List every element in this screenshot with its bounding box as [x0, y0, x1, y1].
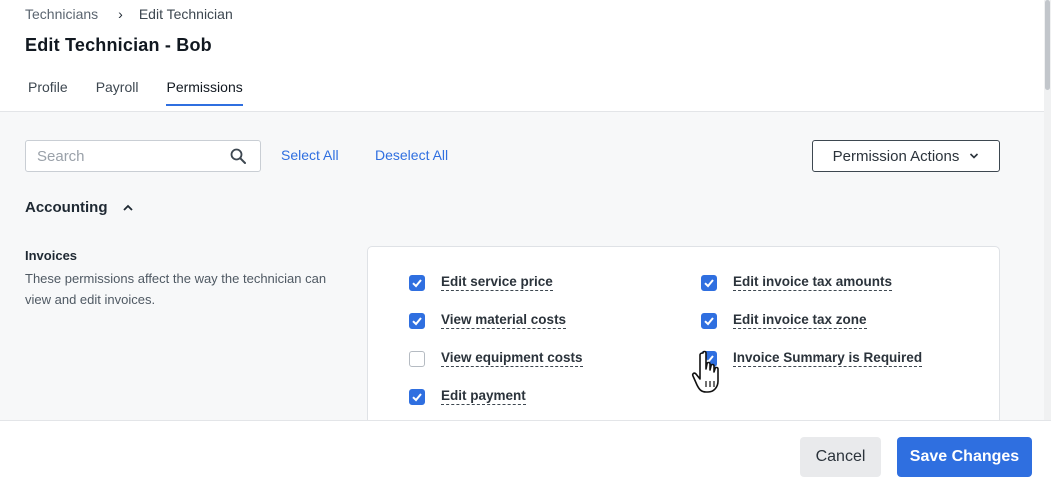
- permission-view-material-costs[interactable]: View material costs: [409, 312, 567, 329]
- checkbox-unchecked[interactable]: [409, 350, 425, 367]
- page-title: Edit Technician - Bob: [25, 35, 212, 55]
- permission-view-equipment-costs[interactable]: View equipment costs: [409, 350, 583, 367]
- breadcrumb-technicians-link[interactable]: Technicians: [25, 6, 98, 22]
- select-all-button[interactable]: Select All: [281, 147, 339, 163]
- deselect-all-button[interactable]: Deselect All: [375, 147, 448, 163]
- permissions-content: Select All Deselect All Permission Actio…: [0, 112, 1044, 420]
- permission-label: Invoice Summary is Required: [733, 350, 923, 367]
- chevron-up-icon: [122, 204, 133, 211]
- group-title: Invoices: [25, 248, 78, 263]
- checkbox-checked[interactable]: [409, 274, 425, 291]
- permissions-card: Edit service price View material costs V…: [367, 246, 1000, 420]
- edit-technician-page: Technicians › Edit Technician Edit Techn…: [0, 0, 1051, 488]
- search-icon[interactable]: [230, 148, 246, 164]
- breadcrumb: Technicians › Edit Technician: [25, 6, 233, 22]
- permission-label: Edit invoice tax zone: [733, 312, 867, 329]
- checkbox-checked[interactable]: [701, 312, 717, 329]
- accounting-section-toggle[interactable]: Accounting: [25, 199, 134, 216]
- checkbox-checked[interactable]: [409, 388, 425, 405]
- breadcrumb-current: Edit Technician: [138, 6, 233, 22]
- permission-edit-payment[interactable]: Edit payment: [409, 388, 526, 405]
- checkbox-checked[interactable]: [409, 312, 425, 329]
- section-title: Accounting: [25, 199, 108, 216]
- scrollbar-thumb[interactable]: [1045, 0, 1050, 90]
- tab-bar: Profile Payroll Permissions: [28, 79, 271, 106]
- save-changes-button[interactable]: Save Changes: [897, 437, 1032, 477]
- chevron-down-icon: [970, 153, 979, 159]
- search-box: [25, 140, 261, 172]
- permission-edit-invoice-tax-amounts[interactable]: Edit invoice tax amounts: [701, 274, 893, 291]
- permission-invoice-summary-required[interactable]: Invoice Summary is Required: [701, 350, 923, 367]
- tab-profile[interactable]: Profile: [28, 79, 68, 106]
- permission-actions-label: Permission Actions: [832, 147, 960, 165]
- permission-actions-dropdown[interactable]: Permission Actions: [812, 140, 1000, 172]
- permission-edit-service-price[interactable]: Edit service price: [409, 274, 553, 291]
- checkbox-checked[interactable]: [701, 274, 717, 291]
- permission-edit-invoice-tax-zone[interactable]: Edit invoice tax zone: [701, 312, 867, 329]
- tab-permissions[interactable]: Permissions: [166, 79, 243, 106]
- permission-label: Edit payment: [441, 388, 526, 405]
- page-header: Technicians › Edit Technician Edit Techn…: [0, 0, 1044, 112]
- cancel-button[interactable]: Cancel: [800, 437, 881, 477]
- permission-label: Edit service price: [441, 274, 553, 291]
- breadcrumb-separator: ›: [118, 6, 123, 22]
- group-description: These permissions affect the way the tec…: [25, 271, 327, 307]
- permission-label: View material costs: [441, 312, 567, 329]
- permission-label: View equipment costs: [441, 350, 583, 367]
- footer-bar: Cancel Save Changes: [0, 420, 1051, 488]
- checkbox-checked[interactable]: [701, 350, 717, 367]
- vertical-scrollbar[interactable]: [1044, 0, 1051, 420]
- tab-payroll[interactable]: Payroll: [96, 79, 139, 106]
- search-input[interactable]: [26, 141, 216, 171]
- permission-label: Edit invoice tax amounts: [733, 274, 893, 291]
